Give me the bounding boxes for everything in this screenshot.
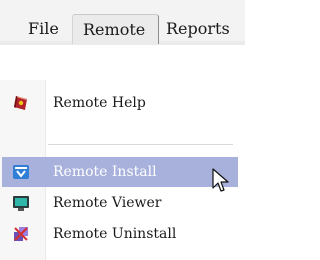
menu-item-remote-install[interactable]: Remote Install — [2, 157, 238, 187]
menu-file[interactable]: File — [28, 14, 72, 44]
menu-item-label: Remote Viewer — [53, 195, 162, 211]
help-book-icon — [12, 94, 30, 112]
remote-dropdown-menu: Remote Help Remote Install Remote Viewer — [0, 80, 245, 260]
menu-reports[interactable]: Reports — [166, 14, 246, 44]
install-icon — [12, 163, 30, 181]
menu-remote[interactable]: Remote — [72, 14, 159, 44]
menu-item-remote-uninstall[interactable]: Remote Uninstall — [2, 219, 238, 249]
viewer-monitor-icon — [12, 194, 30, 212]
menu-item-remote-viewer[interactable]: Remote Viewer — [2, 188, 238, 218]
menu-item-label: Remote Uninstall — [53, 226, 177, 242]
uninstall-icon — [12, 225, 30, 243]
menu-item-remote-help[interactable]: Remote Help — [2, 88, 238, 118]
menu-bar: File Remote Reports — [0, 0, 245, 45]
mouse-pointer-icon — [212, 168, 230, 194]
menu-separator — [48, 144, 233, 146]
menu-item-label: Remote Help — [53, 95, 146, 111]
menu-item-label: Remote Install — [53, 164, 157, 180]
